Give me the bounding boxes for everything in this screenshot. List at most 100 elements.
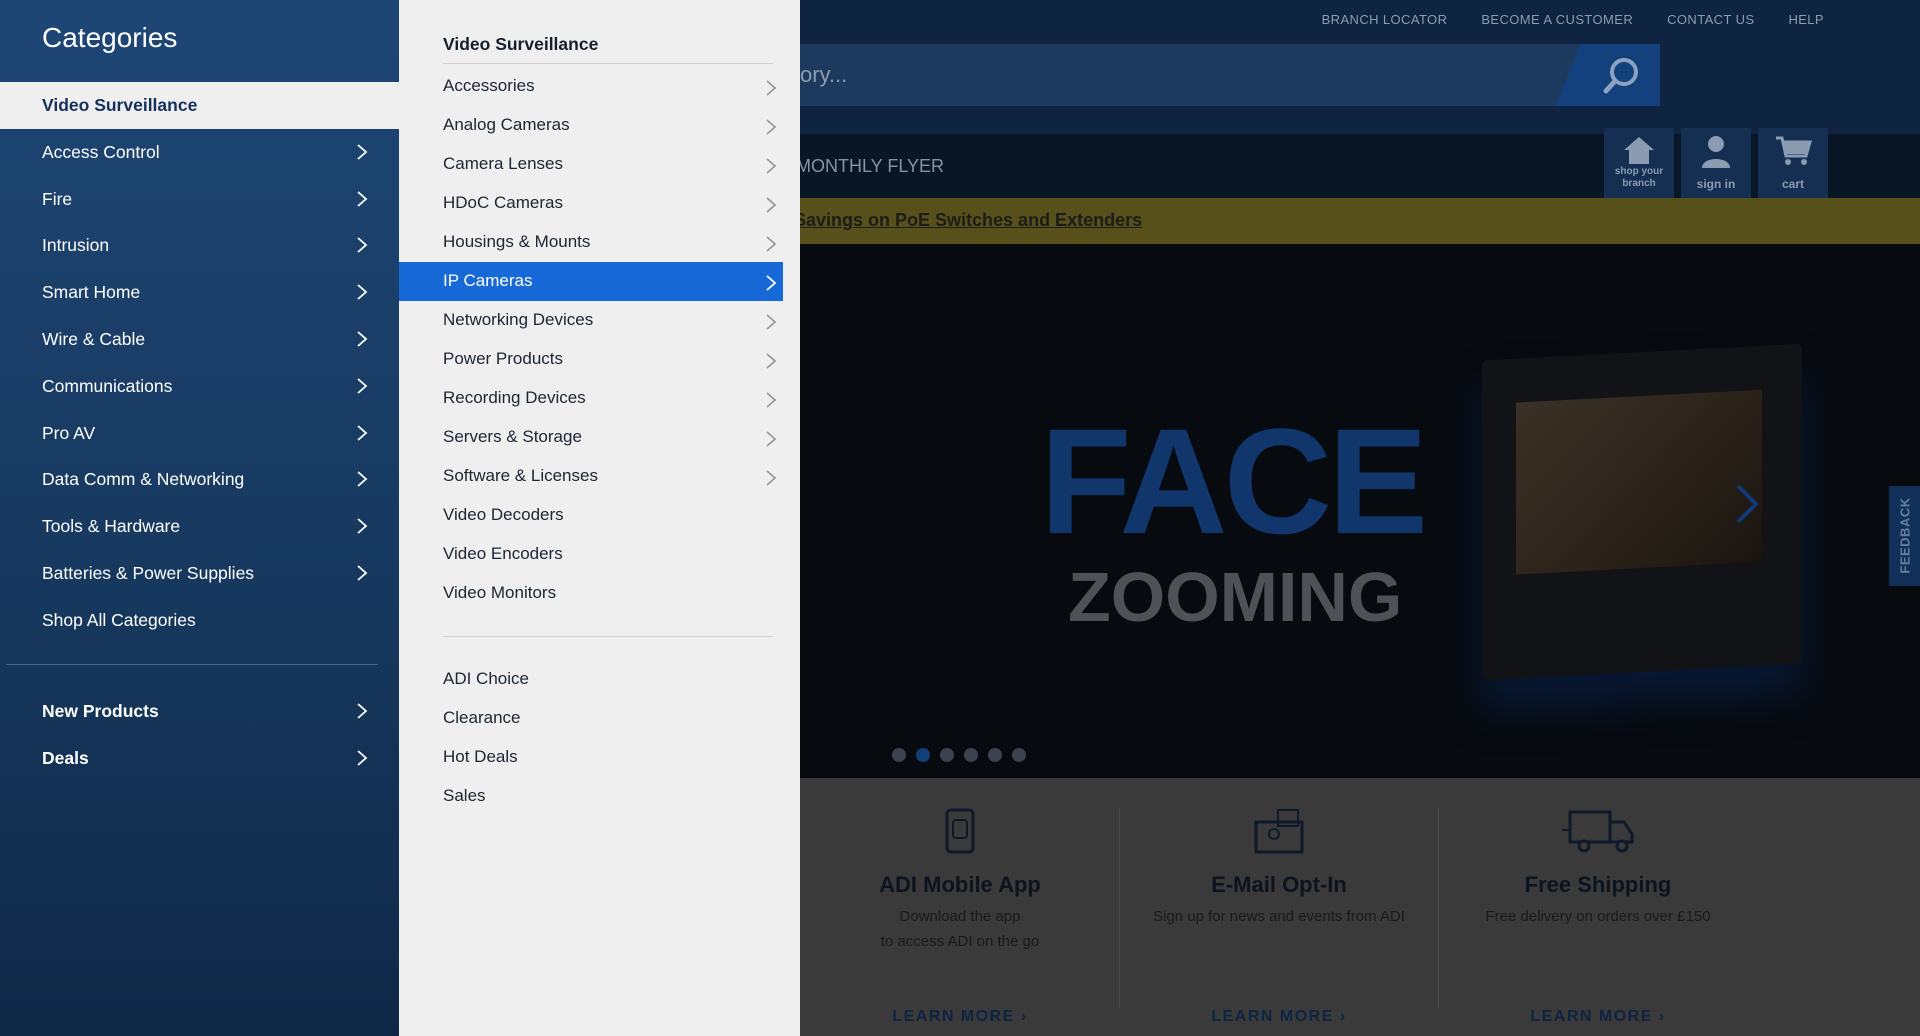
sidebar-item-label: Data Comm & Networking bbox=[42, 469, 245, 490]
branch-locator-link[interactable]: BRANCH LOCATOR bbox=[1322, 12, 1448, 27]
sidebar-item-label: Fire bbox=[42, 188, 73, 209]
subcategory-item-camera-lenses[interactable]: Camera Lenses bbox=[399, 145, 783, 184]
feedback-tab[interactable]: FEEDBACK bbox=[1889, 486, 1920, 586]
subcategory-item-clearance[interactable]: Clearance bbox=[399, 699, 783, 738]
subcategory-item-hot-deals[interactable]: Hot Deals bbox=[399, 738, 783, 777]
sidebar-item-data-comm-and-networking[interactable]: Data Comm & Networking bbox=[0, 456, 399, 503]
sidebar-item-access-control[interactable]: Access Control bbox=[0, 129, 399, 176]
product-screen bbox=[1516, 389, 1762, 575]
subcategory-item-adi-choice[interactable]: ADI Choice bbox=[399, 660, 783, 699]
info-card-free-shipping: Free Shipping Free delivery on orders ov… bbox=[1448, 808, 1748, 1025]
sidebar-item-batteries-and-power-supplies[interactable]: Batteries & Power Supplies bbox=[0, 550, 399, 597]
sidebar-item-label: Shop All Categories bbox=[42, 609, 196, 630]
phone-icon bbox=[945, 808, 975, 854]
subcategory-item-analog-cameras[interactable]: Analog Cameras bbox=[399, 106, 783, 145]
sidebar-item-label: New Products bbox=[42, 701, 159, 721]
sidebar-heading: Categories bbox=[42, 22, 178, 53]
subcategory-item-label: Accessories bbox=[443, 76, 535, 95]
subcategory-item-ip-cameras[interactable]: IP Cameras bbox=[399, 262, 783, 301]
chevron-right-icon bbox=[766, 197, 777, 213]
subpanel-title[interactable]: Video Surveillance bbox=[443, 34, 598, 55]
subcategory-item-housings-and-mounts[interactable]: Housings & Mounts bbox=[399, 223, 783, 262]
learn-more-link[interactable]: LEARN MORE › bbox=[810, 1008, 1110, 1026]
sidebar-item-new-products[interactable]: New Products bbox=[0, 688, 399, 735]
chevron-right-icon bbox=[766, 431, 777, 447]
subcategory-item-software-and-licenses[interactable]: Software & Licenses bbox=[399, 457, 783, 496]
subcategory-item-accessories[interactable]: Accessories bbox=[399, 67, 783, 106]
sidebar-item-label: Communications bbox=[42, 375, 173, 396]
sidebar-item-label: Smart Home bbox=[42, 282, 141, 303]
sidebar-divider bbox=[6, 664, 378, 665]
subcategory-item-label: HDoC Cameras bbox=[443, 193, 563, 212]
chevron-right-icon bbox=[766, 119, 777, 135]
help-link[interactable]: HELP bbox=[1788, 12, 1824, 27]
subcategory-item-networking-devices[interactable]: Networking Devices bbox=[399, 301, 783, 340]
sidebar-item-wire-and-cable[interactable]: Wire & Cable bbox=[0, 316, 399, 363]
sidebar-item-shop-all-categories[interactable]: Shop All Categories bbox=[0, 597, 399, 644]
sidebar-item-deals[interactable]: Deals bbox=[0, 735, 399, 782]
shop-your-branch-button[interactable]: shop your branch bbox=[1604, 128, 1674, 198]
sidebar-item-intrusion[interactable]: Intrusion bbox=[0, 222, 399, 269]
search-input-text: ory... bbox=[800, 62, 848, 87]
cart-icon bbox=[1776, 136, 1812, 165]
carousel-dot[interactable] bbox=[964, 748, 978, 762]
chevron-right-icon bbox=[766, 314, 777, 330]
carousel-dot-active[interactable] bbox=[916, 748, 930, 762]
chevron-right-icon bbox=[357, 424, 368, 441]
carousel-dot[interactable] bbox=[940, 748, 954, 762]
search-input[interactable]: ory... bbox=[790, 44, 1660, 106]
sidebar-item-fire[interactable]: Fire bbox=[0, 176, 399, 223]
subcategory-item-label: Networking Devices bbox=[443, 310, 594, 329]
sidebar-item-label: Deals bbox=[42, 748, 89, 768]
chevron-right-icon bbox=[766, 470, 777, 486]
subpanel-divider bbox=[443, 636, 773, 637]
contact-us-link[interactable]: CONTACT US bbox=[1667, 12, 1754, 27]
sign-in-button[interactable]: sign in bbox=[1681, 128, 1751, 198]
sidebar-item-tools-and-hardware[interactable]: Tools & Hardware bbox=[0, 503, 399, 550]
monthly-flyer-link[interactable]: MONTHLY FLYER bbox=[796, 156, 944, 177]
info-card-desc: Download the app to access ADI on the go bbox=[880, 908, 1040, 950]
subcategory-panel: Video Surveillance Accessories Analog Cam… bbox=[399, 0, 800, 1036]
sidebar-item-video-surveillance[interactable]: Video Surveillance bbox=[0, 82, 399, 129]
cart-button[interactable]: cart bbox=[1758, 128, 1828, 198]
hero-headline: FACE bbox=[1040, 397, 1428, 565]
subcategory-item-power-products[interactable]: Power Products bbox=[399, 340, 783, 379]
carousel-dot[interactable] bbox=[988, 748, 1002, 762]
chevron-right-icon bbox=[357, 471, 368, 488]
chevron-right-icon bbox=[766, 158, 777, 174]
subcategory-item-servers-and-storage[interactable]: Servers & Storage bbox=[399, 418, 783, 457]
subcategory-item-sales[interactable]: Sales bbox=[399, 777, 783, 816]
sidebar-item-smart-home[interactable]: Smart Home bbox=[0, 269, 399, 316]
info-card-desc: Sign up for news and events from ADI bbox=[1153, 908, 1405, 925]
promo-link[interactable]: Savings on PoE Switches and Extenders bbox=[794, 210, 1142, 231]
categories-sidebar: Categories Video Surveillance Access Cont… bbox=[0, 0, 399, 1036]
subcategory-item-hdoc-cameras[interactable]: HDoC Cameras bbox=[399, 184, 783, 223]
subcategory-item-label: Power Products bbox=[443, 349, 563, 368]
carousel-next-icon[interactable] bbox=[1734, 484, 1760, 524]
subcategory-item-video-decoders[interactable]: Video Decoders bbox=[399, 496, 783, 535]
home-icon bbox=[1624, 137, 1654, 164]
chevron-right-icon bbox=[357, 331, 368, 347]
feedback-label: FEEDBACK bbox=[1897, 497, 1913, 574]
sidebar-item-pro-av[interactable]: Pro AV bbox=[0, 410, 399, 457]
subcategory-item-video-monitors[interactable]: Video Monitors bbox=[399, 574, 783, 613]
subcategory-item-label: Camera Lenses bbox=[443, 154, 564, 173]
subcategory-item-recording-devices[interactable]: Recording Devices bbox=[399, 379, 783, 418]
subcategory-item-label: Video Monitors bbox=[443, 583, 557, 602]
user-icon bbox=[1702, 136, 1730, 168]
subcategory-item-video-encoders[interactable]: Video Encoders bbox=[399, 535, 783, 574]
learn-more-link[interactable]: LEARN MORE › bbox=[1129, 1008, 1429, 1026]
search-icon bbox=[1603, 58, 1638, 94]
sidebar-item-communications[interactable]: Communications bbox=[0, 363, 399, 410]
subcategory-item-label: Recording Devices bbox=[443, 388, 586, 407]
become-customer-link[interactable]: BECOME A CUSTOMER bbox=[1481, 12, 1633, 27]
carousel-dots bbox=[892, 748, 1026, 762]
subpanel-divider bbox=[443, 63, 773, 64]
info-card-title: E-Mail Opt-In bbox=[1211, 872, 1347, 897]
carousel-dot[interactable] bbox=[892, 748, 906, 762]
sidebar-item-label: Tools & Hardware bbox=[42, 516, 181, 537]
learn-more-link[interactable]: LEARN MORE › bbox=[1448, 1008, 1748, 1026]
carousel-dot[interactable] bbox=[1012, 748, 1026, 762]
chevron-right-icon bbox=[766, 353, 777, 369]
subcategory-item-label: Analog Cameras bbox=[443, 115, 570, 134]
